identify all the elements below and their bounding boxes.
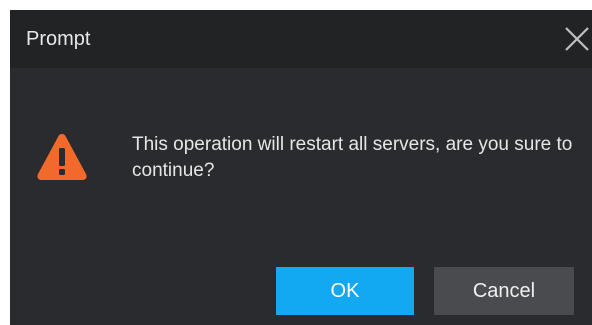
dialog-message: This operation will restart all servers,… — [132, 134, 573, 181]
dialog-titlebar: Prompt — [10, 10, 592, 68]
ok-button[interactable]: OK — [276, 267, 414, 315]
close-button[interactable] — [558, 24, 592, 54]
dialog-title: Prompt — [26, 28, 91, 50]
close-icon — [565, 27, 589, 51]
prompt-dialog: Prompt This operation will restart all s… — [10, 10, 592, 325]
dialog-body: This operation will restart all servers,… — [10, 68, 592, 325]
cancel-button[interactable]: Cancel — [434, 267, 574, 315]
warning-icon — [37, 134, 87, 180]
